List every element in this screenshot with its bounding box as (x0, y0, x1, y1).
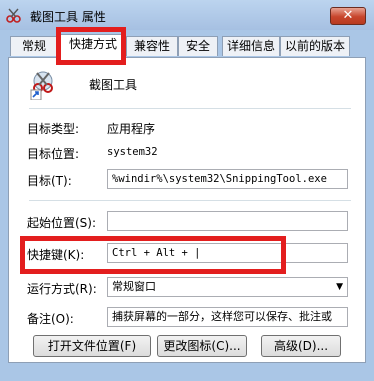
tab-shortcut[interactable]: 快捷方式 (60, 34, 126, 58)
advanced-button[interactable]: 高级(D)... (261, 335, 341, 357)
window-title: 截图工具 属性 (30, 10, 106, 24)
title-bar: 截图工具 属性 ✕ (0, 0, 374, 30)
tab-general[interactable]: 常规 (10, 36, 58, 56)
scissors-app-icon (6, 8, 22, 24)
tab-details[interactable]: 详细信息 (222, 36, 280, 56)
open-file-location-button[interactable]: 打开文件位置(F) (33, 335, 151, 357)
shortcut-panel: 截图工具 目标类型: 应用程序 目标位置: system32 目标(T): %w… (8, 57, 366, 363)
snipping-tool-icon (29, 70, 59, 101)
run-select[interactable]: 常规窗口 ▼ (107, 277, 348, 297)
divider (29, 200, 351, 201)
target-label: 目标(T): (27, 174, 72, 188)
chevron-down-icon: ▼ (336, 282, 343, 292)
close-button[interactable]: ✕ (330, 7, 366, 25)
change-icon-button[interactable]: 更改图标(C)... (157, 335, 247, 357)
hotkey-field[interactable]: Ctrl + Alt + | (107, 243, 348, 263)
divider (29, 108, 351, 109)
tab-security[interactable]: 安全 (178, 36, 218, 56)
target-type-label: 目标类型: (27, 122, 80, 136)
start-in-field[interactable] (107, 211, 348, 231)
target-type-value: 应用程序 (107, 122, 156, 136)
comment-field[interactable]: 捕获屏幕的一部分，这样您可以保存、批注或 (107, 307, 348, 327)
run-select-value: 常规窗口 (112, 280, 156, 293)
tab-compatibility[interactable]: 兼容性 (126, 36, 178, 56)
tab-previous-versions[interactable]: 以前的版本 (280, 36, 350, 56)
tab-strip: 常规 快捷方式 兼容性 安全 详细信息 以前的版本 (8, 34, 368, 58)
run-label: 运行方式(R): (27, 282, 97, 296)
target-field[interactable]: %windir%\system32\SnippingTool.exe (107, 169, 348, 189)
shortcut-app-name: 截图工具 (89, 78, 138, 92)
hotkey-label: 快捷键(K): (27, 248, 85, 262)
comment-label: 备注(O): (27, 312, 74, 326)
target-location-value: system32 (107, 146, 158, 158)
target-location-label: 目标位置: (27, 147, 80, 161)
start-in-label: 起始位置(S): (27, 216, 97, 230)
